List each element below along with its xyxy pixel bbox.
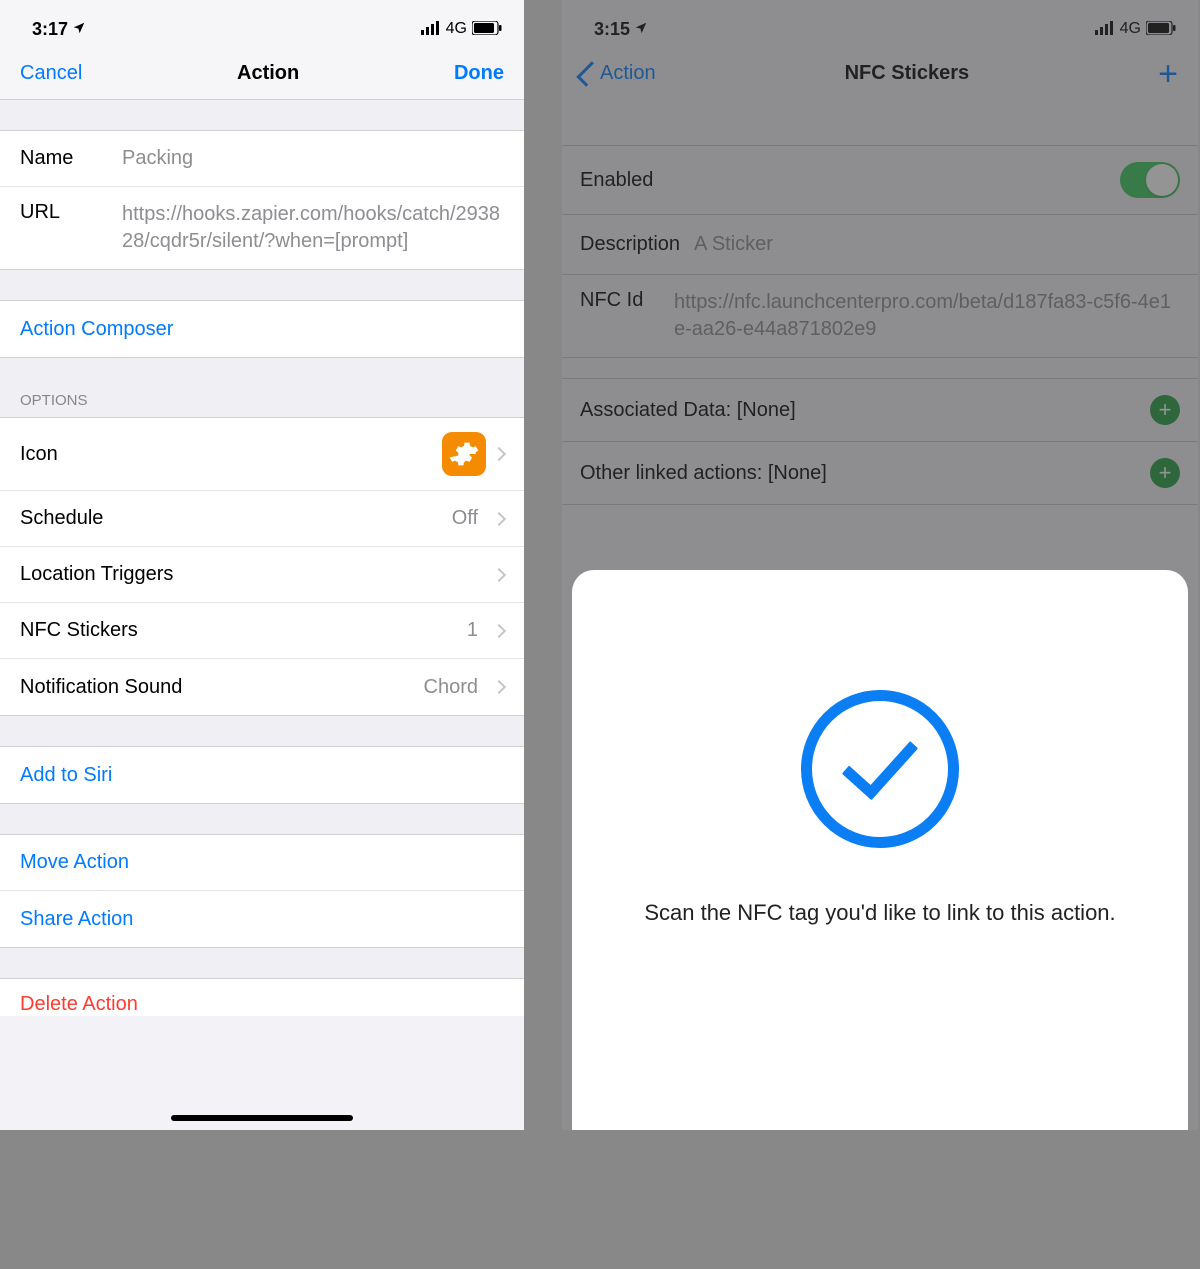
status-right-icons: 4G: [421, 19, 502, 40]
cancel-button[interactable]: Cancel: [20, 62, 82, 85]
screenshot-gap: [524, 0, 562, 1130]
location-icon: [72, 19, 86, 40]
delete-action-row[interactable]: Delete Action: [0, 979, 524, 1016]
signal-icon: [421, 19, 441, 40]
schedule-row[interactable]: Schedule Off: [0, 491, 524, 547]
section-gap: [0, 804, 524, 834]
fields-group: Name Packing URL https://hooks.zapier.co…: [0, 130, 524, 270]
name-row[interactable]: Name Packing: [0, 131, 524, 187]
url-value: https://hooks.zapier.com/hooks/catch/293…: [122, 201, 504, 255]
status-bar: 3:17 4G: [0, 0, 524, 52]
battery-icon: [472, 19, 502, 40]
nfc-scan-sheet: Scan the NFC tag you'd like to link to t…: [572, 570, 1188, 1130]
chevron-icon: [492, 567, 506, 581]
notification-label: Notification Sound: [20, 676, 182, 699]
composer-group: Action Composer: [0, 300, 524, 358]
right-phone-nfc-stickers: 3:15 4G Action NFC Stickers + Enabled: [562, 0, 1198, 1130]
move-action-row[interactable]: Move Action: [0, 835, 524, 891]
left-phone-action-editor: 3:17 4G Cancel Action Done Name Packing …: [0, 0, 524, 1130]
ready-check-icon: [801, 690, 959, 848]
move-action-label: Move Action: [20, 851, 129, 874]
schedule-label: Schedule: [20, 507, 103, 530]
share-action-row[interactable]: Share Action: [0, 891, 524, 947]
section-gap: [0, 716, 524, 746]
siri-group: Add to Siri: [0, 746, 524, 804]
action-composer-label: Action Composer: [20, 318, 173, 341]
icon-row[interactable]: Icon: [0, 418, 524, 491]
delete-action-label: Delete Action: [20, 993, 138, 1016]
nfc-stickers-row[interactable]: NFC Stickers 1: [0, 603, 524, 659]
chevron-icon: [492, 447, 506, 461]
chevron-icon: [492, 511, 506, 525]
schedule-value: Off: [452, 507, 486, 530]
nfc-value: 1: [467, 619, 486, 642]
icon-label: Icon: [20, 443, 58, 466]
options-header: OPTIONS: [0, 358, 524, 417]
notification-sound-row[interactable]: Notification Sound Chord: [0, 659, 524, 715]
chevron-icon: [492, 623, 506, 637]
add-to-siri-row[interactable]: Add to Siri: [0, 747, 524, 803]
section-gap: [0, 100, 524, 130]
status-time-area: 3:17: [32, 19, 86, 40]
chevron-icon: [492, 680, 506, 694]
sheet-instruction-text: Scan the NFC tag you'd like to link to t…: [604, 898, 1155, 928]
action-composer-row[interactable]: Action Composer: [0, 301, 524, 357]
location-triggers-row[interactable]: Location Triggers: [0, 547, 524, 603]
options-group: Icon Schedule Off Location Triggers NFC …: [0, 417, 524, 716]
nav-bar: Cancel Action Done: [0, 52, 524, 100]
gear-icon: [449, 439, 479, 469]
checkmark-icon: [842, 722, 919, 801]
page-title: Action: [237, 62, 299, 85]
home-indicator[interactable]: [171, 1115, 353, 1121]
section-gap: [0, 948, 524, 978]
delete-group: Delete Action: [0, 978, 524, 1016]
notification-value: Chord: [424, 676, 486, 699]
share-action-label: Share Action: [20, 908, 133, 931]
status-time: 3:17: [32, 19, 68, 40]
add-to-siri-label: Add to Siri: [20, 764, 112, 787]
section-gap: [0, 270, 524, 300]
name-value: Packing: [122, 145, 504, 172]
done-button[interactable]: Done: [454, 62, 504, 85]
icon-preview: [442, 432, 486, 476]
name-label: Name: [20, 147, 122, 170]
network-label: 4G: [446, 20, 467, 38]
location-label: Location Triggers: [20, 563, 173, 586]
action-mgmt-group: Move Action Share Action: [0, 834, 524, 948]
url-label: URL: [20, 201, 122, 224]
nfc-label: NFC Stickers: [20, 619, 138, 642]
url-row[interactable]: URL https://hooks.zapier.com/hooks/catch…: [0, 187, 524, 269]
